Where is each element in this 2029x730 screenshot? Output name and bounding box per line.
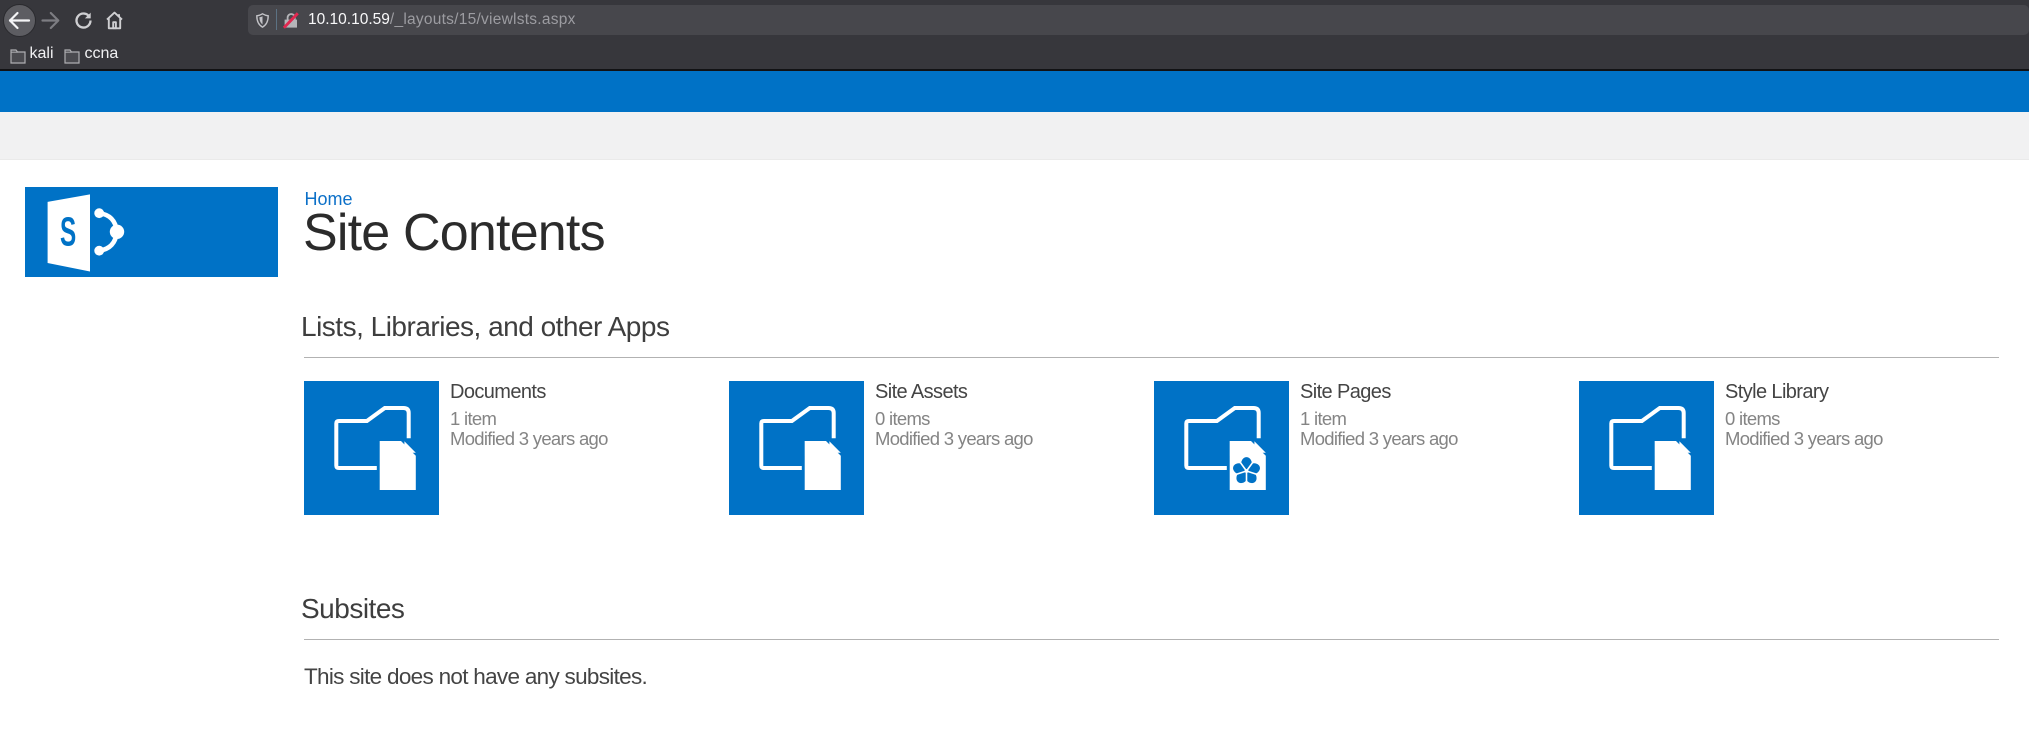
svg-text:S: S bbox=[60, 210, 76, 255]
